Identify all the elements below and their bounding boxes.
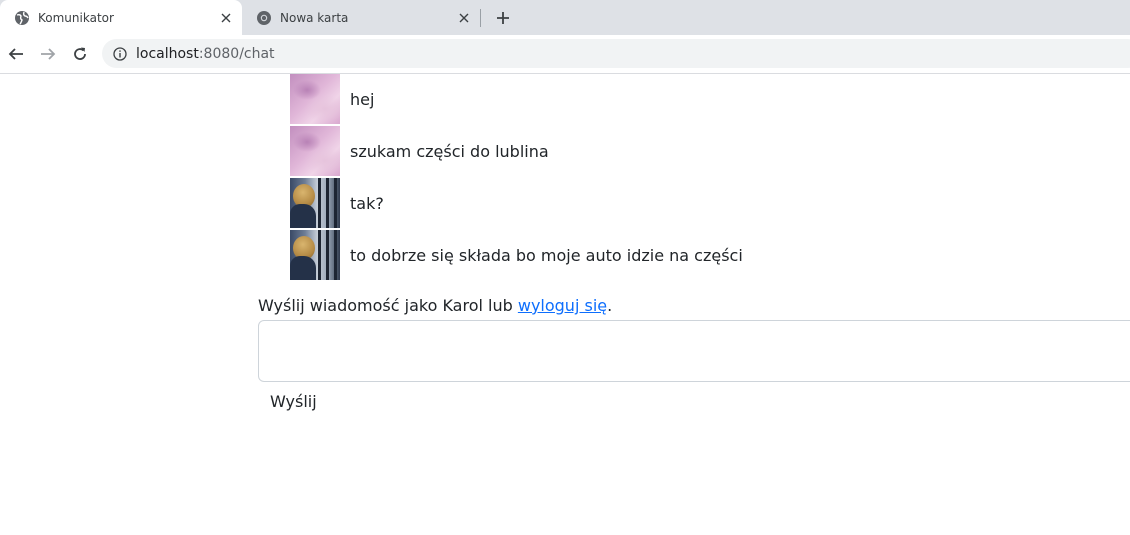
chrome-icon bbox=[256, 10, 272, 26]
tab-divider bbox=[480, 9, 481, 27]
message-text: szukam części do lublina bbox=[350, 141, 549, 161]
url-path: :8080/chat bbox=[198, 45, 275, 62]
close-icon[interactable] bbox=[218, 10, 234, 26]
new-tab-button[interactable] bbox=[492, 7, 514, 29]
send-button[interactable]: Wyślij bbox=[258, 388, 329, 414]
message-row: szukam części do lublina bbox=[290, 126, 549, 176]
close-icon[interactable] bbox=[456, 10, 472, 26]
send-as-text: Wyślij wiadomość jako Karol lub bbox=[258, 296, 518, 315]
arrow-right-icon bbox=[41, 48, 56, 60]
tab-title: Nowa karta bbox=[280, 10, 349, 25]
pink-avatar bbox=[290, 126, 340, 176]
pink-avatar bbox=[290, 74, 340, 124]
photo-avatar bbox=[290, 230, 340, 280]
plus-icon bbox=[497, 12, 509, 24]
logout-link[interactable]: wyloguj się bbox=[518, 296, 607, 315]
back-button[interactable] bbox=[5, 43, 27, 65]
browser-toolbar: localhost:8080/chat bbox=[0, 35, 1130, 74]
reload-icon bbox=[74, 47, 86, 60]
reload-button[interactable] bbox=[69, 43, 91, 65]
arrow-left-icon bbox=[8, 48, 23, 60]
tab-strip: Komunikator Nowa karta bbox=[0, 0, 1130, 35]
message-input[interactable] bbox=[258, 320, 1130, 382]
address-bar[interactable]: localhost:8080/chat bbox=[102, 39, 1130, 68]
forward-button[interactable] bbox=[37, 43, 59, 65]
send-as-line: Wyślij wiadomość jako Karol lub wyloguj … bbox=[258, 296, 612, 315]
message-text: hej bbox=[350, 89, 375, 109]
tab-nowa-karta[interactable]: Nowa karta bbox=[242, 0, 480, 35]
globe-icon bbox=[14, 10, 30, 26]
url-host: localhost bbox=[136, 45, 199, 62]
message-text: tak? bbox=[350, 193, 384, 213]
tab-komunikator[interactable]: Komunikator bbox=[0, 0, 242, 35]
message-text: to dobrze się składa bo moje auto idzie … bbox=[350, 245, 743, 265]
message-row: to dobrze się składa bo moje auto idzie … bbox=[290, 230, 743, 280]
message-row: tak? bbox=[290, 178, 384, 228]
chat-page: hej szukam części do lublina tak? to dobrze… bbox=[0, 74, 1130, 535]
info-icon[interactable] bbox=[112, 46, 128, 62]
message-row: hej bbox=[290, 74, 374, 124]
tab-title: Komunikator bbox=[38, 10, 114, 25]
url-text: localhost:8080/chat bbox=[136, 46, 275, 62]
photo-avatar bbox=[290, 178, 340, 228]
send-as-suffix: . bbox=[607, 296, 613, 315]
